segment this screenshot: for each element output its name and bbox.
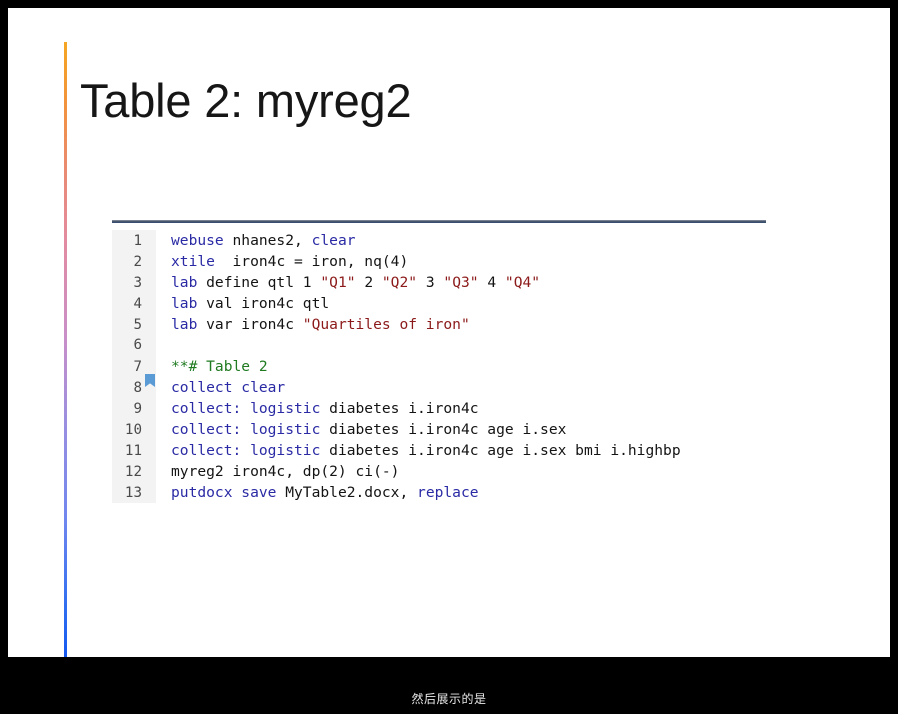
page-title: Table 2: myreg2 [80,74,412,127]
code-line-text: lab val iron4c qtl [160,293,766,314]
code-line[interactable]: 13 putdocx save MyTable2.docx, replace [112,482,766,503]
code-line[interactable]: 5 lab var iron4c "Quartiles of iron" [112,314,766,335]
code-line-text: myreg2 iron4c, dp(2) ci(-) [160,461,766,482]
slide-accent-bar [64,42,67,657]
code-token-kw: putdocx save [171,484,277,501]
code-token-txt: myreg2 iron4c, dp(2) ci(-) [171,463,400,480]
code-token-txt: nhanes2, [223,232,312,249]
code-line-text: lab define qtl 1 "Q1" 2 "Q2" 3 "Q3" 4 "Q… [160,272,766,293]
code-token-kw: collect: logistic [171,442,321,459]
code-line-text: **# Table 2 [160,356,766,377]
code-token-kw: webuse [171,232,224,249]
code-token-txt: diabetes i.iron4c age i.sex [320,421,567,438]
presentation-slide: Table 2: myreg2 1 webuse nhanes2, clear 2 x… [8,8,890,657]
code-line[interactable]: 6 [112,335,766,356]
code-token-kw: collect: logistic [171,400,321,417]
line-number: 4 [133,296,142,312]
code-token-txt: diabetes i.iron4c age i.sex bmi i.highbp [320,442,681,459]
code-lines: 1 webuse nhanes2, clear 2 xtile iron4c = ir… [112,230,766,503]
line-number: 7 [133,359,142,375]
code-token-kw: xtile [171,253,215,270]
code-token-txt: 2 [355,274,382,291]
code-token-kw: lab [171,295,198,312]
video-frame: Table 2: myreg2 1 webuse nhanes2, clear 2 x… [0,0,898,714]
code-token-str: "Q1" [320,274,356,291]
line-number: 13 [124,485,142,501]
line-number: 5 [133,317,142,333]
code-line[interactable]: 8 collect clear [112,377,766,398]
code-token-txt: val iron4c qtl [197,295,330,312]
code-token-txt: define qtl 1 [197,274,321,291]
line-number: 1 [133,233,142,249]
code-line-text: xtile iron4c = iron, nq(4) [160,251,766,272]
line-number: 10 [124,422,142,438]
code-token-txt: iron4c = iron, nq(4) [214,253,409,270]
code-line-text: lab var iron4c "Quartiles of iron" [160,314,766,335]
code-line[interactable]: 12 myreg2 iron4c, dp(2) ci(-) [112,461,766,482]
code-line-text: putdocx save MyTable2.docx, replace [160,482,766,503]
code-token-kw: replace [417,484,479,501]
code-token-txt: 4 [478,274,505,291]
code-line[interactable]: 3 lab define qtl 1 "Q1" 2 "Q2" 3 "Q3" 4 "… [112,272,766,293]
code-token-str: "Q3" [443,274,479,291]
code-line-text: collect clear [160,377,766,398]
line-number: 9 [133,401,142,417]
code-line-text: collect: logistic diabetes i.iron4c age … [160,440,766,461]
code-token-txt: MyTable2.docx, [276,484,418,501]
line-number: 3 [133,275,142,291]
code-line[interactable]: 9 collect: logistic diabetes i.iron4c [112,398,766,419]
code-block-top-rule [112,220,766,223]
code-token-kw: clear [311,232,356,249]
code-token-str: "Q4" [504,274,541,291]
code-token-txt: 3 [417,274,444,291]
code-block: 1 webuse nhanes2, clear 2 xtile iron4c = ir… [112,220,766,503]
line-number: 12 [124,464,142,480]
code-line[interactable]: 11 collect: logistic diabetes i.iron4c ag… [112,440,766,461]
code-line[interactable]: 7 **# Table 2 [112,356,766,387]
code-token-txt: diabetes i.iron4c [320,400,479,417]
line-number: 8 [133,380,142,396]
code-token-str: "Q2" [381,274,418,291]
code-line[interactable]: 2 xtile iron4c = iron, nq(4) [112,251,766,272]
code-line-text: collect: logistic diabetes i.iron4c age … [160,419,766,440]
code-line[interactable]: 4 lab val iron4c qtl [112,293,766,314]
code-token-kw: collect: logistic [171,421,321,438]
code-editor-body: 1 webuse nhanes2, clear 2 xtile iron4c = ir… [112,230,766,503]
code-token-kw: collect clear [171,379,286,396]
code-token-txt: var iron4c [197,316,303,333]
code-token-com: **# Table 2 [171,358,268,375]
code-line[interactable]: 1 webuse nhanes2, clear [112,230,766,251]
line-number: 6 [133,337,142,353]
code-line[interactable]: 10 collect: logistic diabetes i.iron4c ag… [112,419,766,440]
code-token-kw: lab [171,274,198,291]
code-line-text: collect: logistic diabetes i.iron4c [160,398,766,419]
line-number: 2 [133,254,142,270]
code-token-str: "Quartiles of iron" [302,316,470,333]
video-caption: 然后展示的是 [411,692,487,706]
line-number: 11 [124,443,142,459]
code-token-kw: lab [171,316,198,333]
code-line-text: webuse nhanes2, clear [160,230,766,251]
